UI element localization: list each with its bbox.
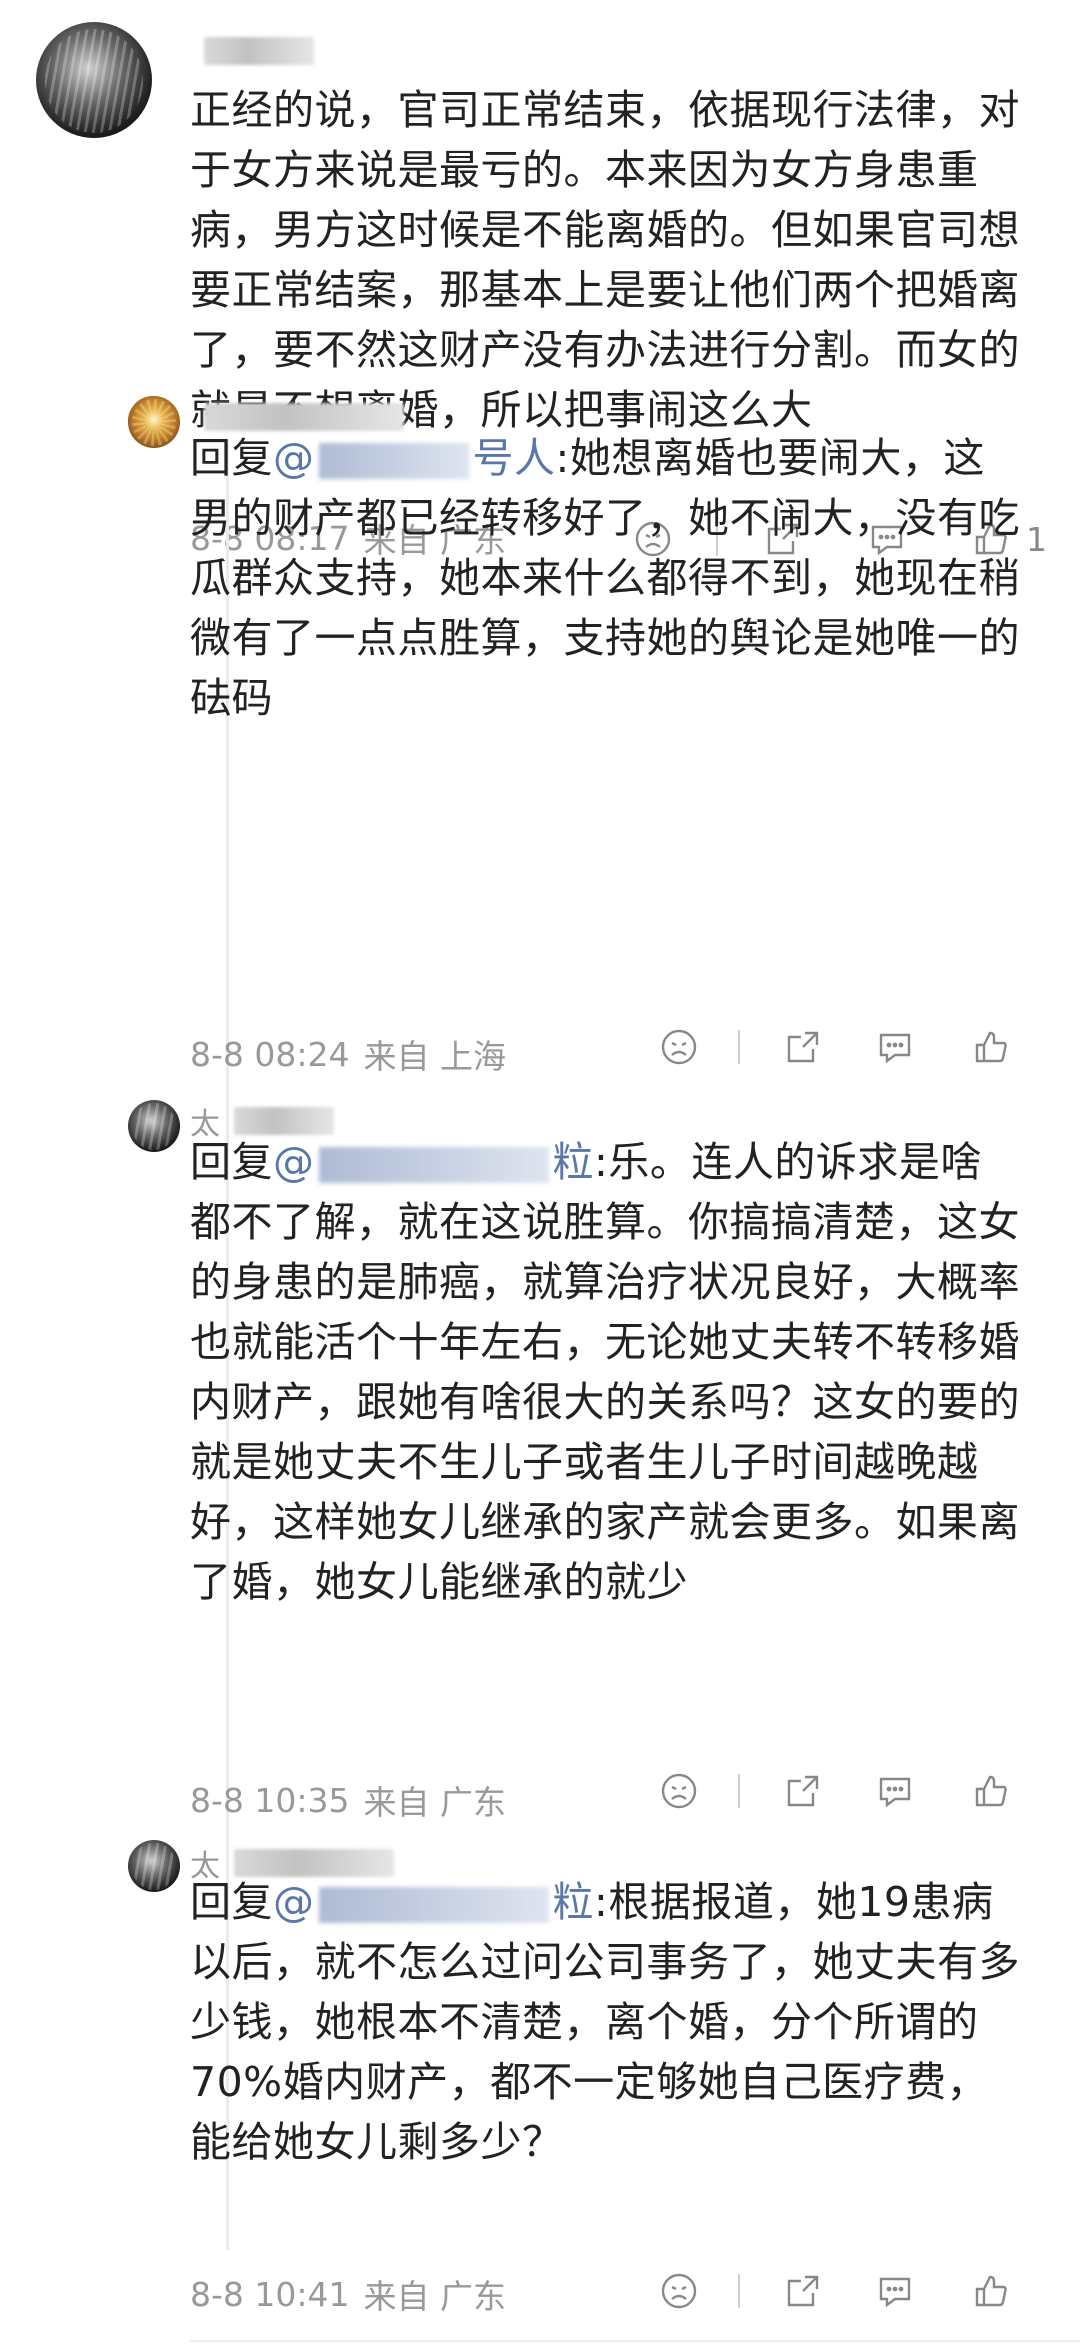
- thumbs-up-icon[interactable]: [966, 1022, 1016, 1072]
- reply-source: 来自 广东: [363, 2277, 507, 2316]
- reply-meta: 8-8 08:24 来自 上海: [190, 1032, 507, 1077]
- reply-actions: [654, 1766, 1016, 1816]
- reply-meta: 8-8 10:35 来自 广东: [190, 1778, 507, 1823]
- reply-text: 回复@ 粒:根据报道，她19患病以后，就不怎么过问公司事务了，她丈夫有多少钱，她根…: [190, 1878, 1020, 2166]
- divider: [738, 1030, 740, 1064]
- comment-icon[interactable]: [870, 2266, 920, 2316]
- divider: [190, 2340, 1080, 2342]
- emoji-icon[interactable]: [654, 1766, 704, 1816]
- mention-link[interactable]: @ 粒: [273, 1138, 594, 1186]
- like-count: 1: [1026, 519, 1047, 559]
- reply-source: 来自 广东: [363, 1783, 507, 1822]
- share-icon[interactable]: [778, 1022, 828, 1072]
- comment-text: 正经的说，官司正常结束，依据现行法律，对于女方来说是最亏的。本来因为女方身患重病…: [190, 86, 1020, 434]
- reply-prefix: 回复: [190, 1138, 273, 1186]
- mention-blur: [318, 443, 469, 479]
- avatar[interactable]: [128, 1840, 180, 1892]
- emoji-icon[interactable]: [654, 2266, 704, 2316]
- name-blur: [204, 403, 404, 431]
- reply-prefix: 回复: [190, 434, 273, 482]
- comment-icon[interactable]: [870, 1766, 920, 1816]
- emoji-icon[interactable]: [654, 1022, 704, 1072]
- reply-prefix: 回复: [190, 1878, 273, 1926]
- mention-blur: [318, 1887, 549, 1923]
- divider: [738, 1774, 740, 1808]
- avatar[interactable]: [128, 396, 180, 448]
- reply-time: 8-8 10:35: [190, 1780, 350, 1820]
- name-blur: [234, 1107, 334, 1135]
- mention-link[interactable]: @ 粒: [273, 1878, 594, 1926]
- mention-blur: [318, 1147, 549, 1183]
- thumbs-up-icon[interactable]: [966, 1766, 1016, 1816]
- reply-actions: [654, 1022, 1016, 1072]
- reply-time: 8-8 08:24: [190, 1034, 350, 1074]
- reply-time: 8-8 10:41: [190, 2274, 350, 2314]
- thumbs-up-icon[interactable]: [966, 2266, 1016, 2316]
- author-name[interactable]: [190, 34, 314, 68]
- share-icon[interactable]: [778, 2266, 828, 2316]
- avatar[interactable]: [128, 1100, 180, 1152]
- name-blur: [204, 37, 314, 65]
- comment-icon[interactable]: [870, 1022, 920, 1072]
- reply-source: 来自 上海: [363, 1037, 507, 1076]
- reply-meta: 8-8 10:41 来自 广东: [190, 2272, 507, 2317]
- mention-link[interactable]: @ 号人: [273, 434, 556, 482]
- avatar[interactable]: [36, 22, 152, 138]
- reply-actions: [654, 2266, 1016, 2316]
- reply-text: 回复@ 粒:乐。连人的诉求是啥都不了解，就在这说胜算。你搞搞清楚，这女的身患的是肺…: [190, 1138, 1020, 1606]
- reply-text: 回复@ 号人:她想离婚也要闹大，这男的财产都已经转移好了，她不闹大，没有吃瓜群众支…: [190, 434, 1020, 722]
- divider: [738, 2274, 740, 2308]
- share-icon[interactable]: [778, 1766, 828, 1816]
